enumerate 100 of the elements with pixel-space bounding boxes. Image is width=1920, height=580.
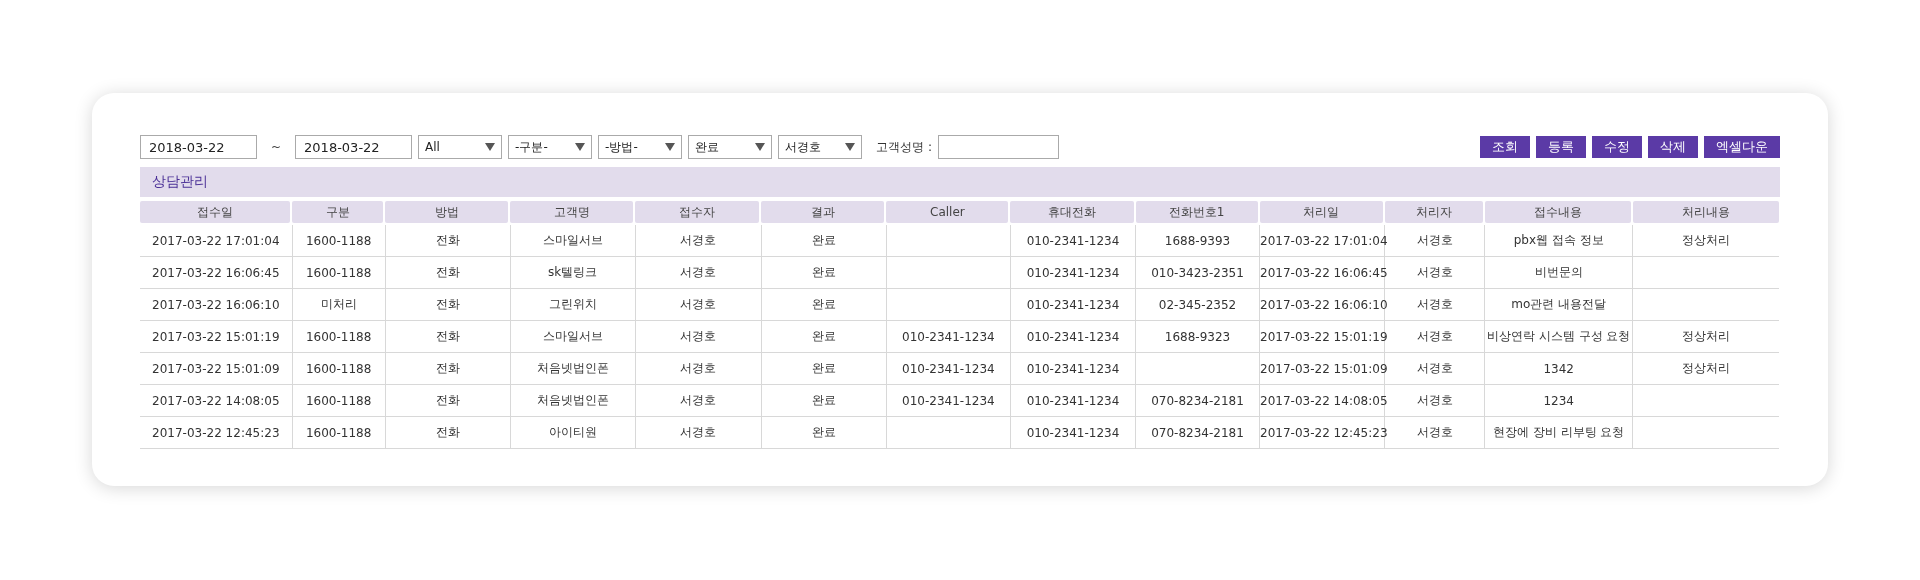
table-cell: 완료	[761, 256, 887, 289]
table-cell: 1600-1188	[292, 384, 386, 417]
toolbar-button[interactable]: 수정	[1592, 136, 1642, 158]
caret-icon	[485, 143, 496, 151]
table-cell: 처음넷법인폰	[510, 352, 636, 385]
column-header: Caller	[886, 201, 1009, 223]
table-cell: 010-2341-1234	[1010, 320, 1136, 353]
caret-icon	[575, 143, 586, 151]
table-cell: 스마일서브	[510, 225, 636, 257]
table-cell: 010-2341-1234	[1010, 416, 1136, 449]
table-cell: 완료	[761, 416, 887, 449]
dropdown[interactable]: -방법-	[598, 135, 683, 159]
table-cell: mo관련 내용전달	[1484, 288, 1633, 321]
table-cell: 스마일서브	[510, 320, 636, 353]
table-cell: 정상처리	[1632, 352, 1779, 385]
table-cell: 현장에 장비 리부팅 요청	[1484, 416, 1633, 449]
table-cell: 서경호	[635, 320, 762, 353]
dropdown[interactable]: -구분-	[508, 135, 593, 159]
table-cell: 완료	[761, 320, 887, 353]
table-cell: 2017-03-22 14:08:05	[140, 384, 293, 417]
table-cell: 완료	[761, 225, 887, 257]
customer-name-field[interactable]	[937, 135, 1059, 159]
table-cell: 서경호	[635, 256, 762, 289]
column-header: 전화번호1	[1135, 201, 1258, 223]
panel-title: 상담관리	[152, 173, 208, 191]
table-cell: 1600-1188	[292, 225, 386, 257]
table-cell: 010-2341-1234	[886, 352, 1011, 385]
column-header: 구분	[292, 201, 384, 223]
table-cell: 정상처리	[1632, 320, 1779, 353]
table-cell: 010-2341-1234	[886, 320, 1011, 353]
table-cell: 2017-03-22 16:06:45	[140, 256, 293, 289]
toolbar-button[interactable]: 삭제	[1648, 136, 1698, 158]
table-cell: 서경호	[635, 384, 762, 417]
table-cell: 전화	[385, 352, 511, 385]
table-cell: 서경호	[635, 352, 762, 385]
date-field[interactable]: 2018-03-22	[140, 135, 257, 159]
table-cell: 010-2341-1234	[1010, 384, 1136, 417]
date-separator: ~	[271, 140, 282, 154]
table-cell: 전화	[385, 384, 511, 417]
table-cell: 010-2341-1234	[1010, 256, 1136, 289]
table-cell: 2017-03-22 15:01:09	[1259, 352, 1385, 385]
column-header: 처리내용	[1632, 201, 1779, 223]
date-field[interactable]: 2018-03-22	[295, 135, 413, 159]
column-header: 방법	[385, 201, 509, 223]
table-cell: 1342	[1484, 352, 1633, 385]
table-cell: 처음넷법인폰	[510, 384, 636, 417]
column-header: 접수일	[140, 201, 291, 223]
column-header: 처리자	[1384, 201, 1483, 223]
toolbar-button[interactable]: 등록	[1536, 136, 1586, 158]
table-cell: 비상연락 시스템 구성 요청	[1484, 320, 1633, 353]
table-cell: 완료	[761, 384, 887, 417]
column-header: 접수내용	[1484, 201, 1631, 223]
table-cell: pbx웹 접속 정보	[1484, 225, 1633, 257]
table-cell: 2017-03-22 15:01:19	[140, 320, 293, 353]
table-cell: 2017-03-22 17:01:04	[140, 225, 293, 257]
table-cell: 전화	[385, 416, 511, 449]
table-cell: 1234	[1484, 384, 1633, 417]
caret-icon	[755, 143, 766, 151]
table-cell: 정상처리	[1632, 225, 1779, 257]
table-cell: 1688-9323	[1135, 320, 1260, 353]
table-cell: 그린위치	[510, 288, 636, 321]
table-cell: 서경호	[635, 288, 762, 321]
toolbar-button[interactable]: 엑셀다운	[1704, 136, 1780, 158]
table-cell: 1600-1188	[292, 320, 386, 353]
table-cell: 1600-1188	[292, 352, 386, 385]
column-header: 결과	[761, 201, 885, 223]
table-cell: 02-345-2352	[1135, 288, 1260, 321]
dropdown[interactable]: 서경호	[778, 135, 863, 159]
table-cell: 010-2341-1234	[886, 384, 1011, 417]
table-cell: 070-8234-2181	[1135, 384, 1260, 417]
table-cell: 2017-03-22 15:01:19	[1259, 320, 1385, 353]
table-cell: 1600-1188	[292, 256, 386, 289]
table-cell: 2017-03-22 15:01:09	[140, 352, 293, 385]
table-cell: 2017-03-22 16:06:10	[1259, 288, 1385, 321]
table-cell: 비번문의	[1484, 256, 1633, 289]
caret-icon	[665, 143, 676, 151]
dropdown[interactable]: All	[418, 135, 503, 159]
table-cell: 전화	[385, 320, 511, 353]
column-header: 휴대전화	[1010, 201, 1134, 223]
table-cell: 070-8234-2181	[1135, 416, 1260, 449]
table-cell: 010-2341-1234	[1010, 352, 1136, 385]
table-cell: 2017-03-22 16:06:45	[1259, 256, 1385, 289]
dropdown[interactable]: 완료	[688, 135, 773, 159]
table-cell: 010-2341-1234	[1010, 225, 1136, 257]
table-cell: 완료	[761, 288, 887, 321]
table-cell: 전화	[385, 256, 511, 289]
table-cell: 2017-03-22 12:45:23	[1259, 416, 1385, 449]
table-cell: 서경호	[635, 225, 762, 257]
table-cell: sk텔링크	[510, 256, 636, 289]
table-cell: 1600-1188	[292, 416, 386, 449]
table-cell: 2017-03-22 16:06:10	[140, 288, 293, 321]
table-cell: 2017-03-22 12:45:23	[140, 416, 293, 449]
toolbar-button[interactable]: 조회	[1480, 136, 1530, 158]
table-cell: 전화	[385, 225, 511, 257]
table-cell: 전화	[385, 288, 511, 321]
table-cell: 아이티원	[510, 416, 636, 449]
table-cell: 010-3423-2351	[1135, 256, 1260, 289]
caret-icon	[845, 143, 856, 151]
column-header: 고객명	[510, 201, 634, 223]
table-cell: 완료	[761, 352, 887, 385]
